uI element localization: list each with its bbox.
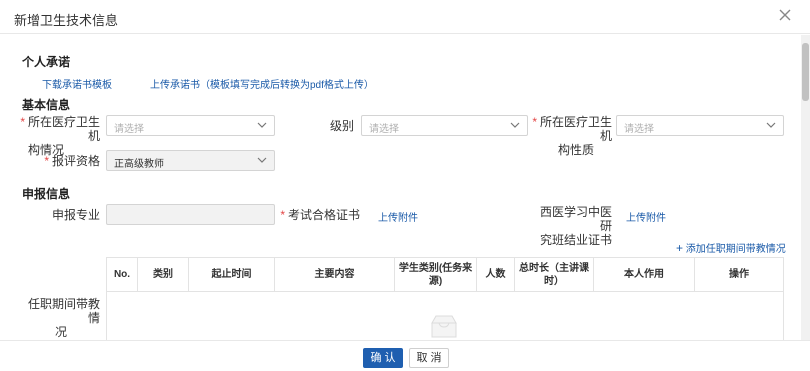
column-header: 主要内容 [274,257,395,292]
major-input[interactable] [106,204,275,225]
required-mark: * [44,154,49,168]
close-icon[interactable] [778,8,792,22]
institution-nature-select[interactable]: 请选择 [616,115,784,136]
teaching-label: 任职期间带教情 况 [27,297,100,339]
dialog: 新增卫生技术信息 个人承诺 下载承诺书模板 上传承诺书（模板填写完成后转换为pd… [0,0,810,371]
chevron-down-icon [257,122,267,128]
level-label: 级别 [329,119,354,133]
column-header: No. [106,257,138,292]
add-teaching-link[interactable]: + 添加任职期间带教情况 [676,240,786,255]
qualification-select[interactable]: 正高级教师 [106,150,275,171]
dialog-title: 新增卫生技术信息 [14,13,119,28]
scrollbar-thumb[interactable] [802,43,809,101]
dialog-header: 新增卫生技术信息 [0,0,810,34]
institution-nature-label: * 所在医疗卫生机 构性质 [532,115,612,157]
column-header: 本人作用 [593,257,695,292]
plus-icon: + [676,241,684,255]
western-cert-upload-link[interactable]: 上传附件 [626,209,666,224]
column-header: 类别 [137,257,189,292]
column-header: 学生类别(任务来源) [394,257,477,292]
confirm-button[interactable]: 确 认 [363,348,403,368]
download-template-link[interactable]: 下载承诺书模板 [42,76,112,91]
column-header: 操作 [694,257,784,292]
chevron-down-icon [766,122,776,128]
column-header: 总时长（主讲课时） [514,257,594,292]
chevron-down-icon [257,157,267,163]
section-basic-title: 基本信息 [22,98,71,112]
western-cert-label: 西医学习中医研 究班结业证书 [539,205,612,247]
required-mark: * [280,208,285,222]
level-select[interactable]: 请选择 [361,115,528,136]
column-header: 人数 [476,257,515,292]
table-header-row: No. 类别 起止时间 主要内容 学生类别(任务来源) 人数 总时长（主讲课时）… [106,257,784,292]
required-mark: * [20,115,25,129]
column-header: 起止时间 [188,257,275,292]
institution-status-label: * 所在医疗卫生机 构情况 [20,115,100,157]
institution-status-select[interactable]: 请选择 [106,115,275,136]
empty-inbox-icon [431,315,457,338]
dialog-footer: 确 认 取 消 [0,340,810,371]
section-personal-title: 个人承诺 [22,55,71,69]
section-application-title: 申报信息 [22,187,71,201]
vertical-scrollbar[interactable] [801,35,810,340]
dialog-body: 个人承诺 下载承诺书模板 上传承诺书（模板填写完成后转换为pdf格式上传） 基本… [0,35,800,340]
required-mark: * [532,115,537,129]
chevron-down-icon [510,122,520,128]
qualification-label: * 报评资格 [44,154,100,168]
major-label: 申报专业 [51,208,100,222]
exam-cert-label: * 考试合格证书 [280,208,360,222]
upload-commitment-link[interactable]: 上传承诺书（模板填写完成后转换为pdf格式上传） [150,76,374,91]
cancel-button[interactable]: 取 消 [409,348,449,368]
exam-cert-upload-link[interactable]: 上传附件 [378,209,418,224]
